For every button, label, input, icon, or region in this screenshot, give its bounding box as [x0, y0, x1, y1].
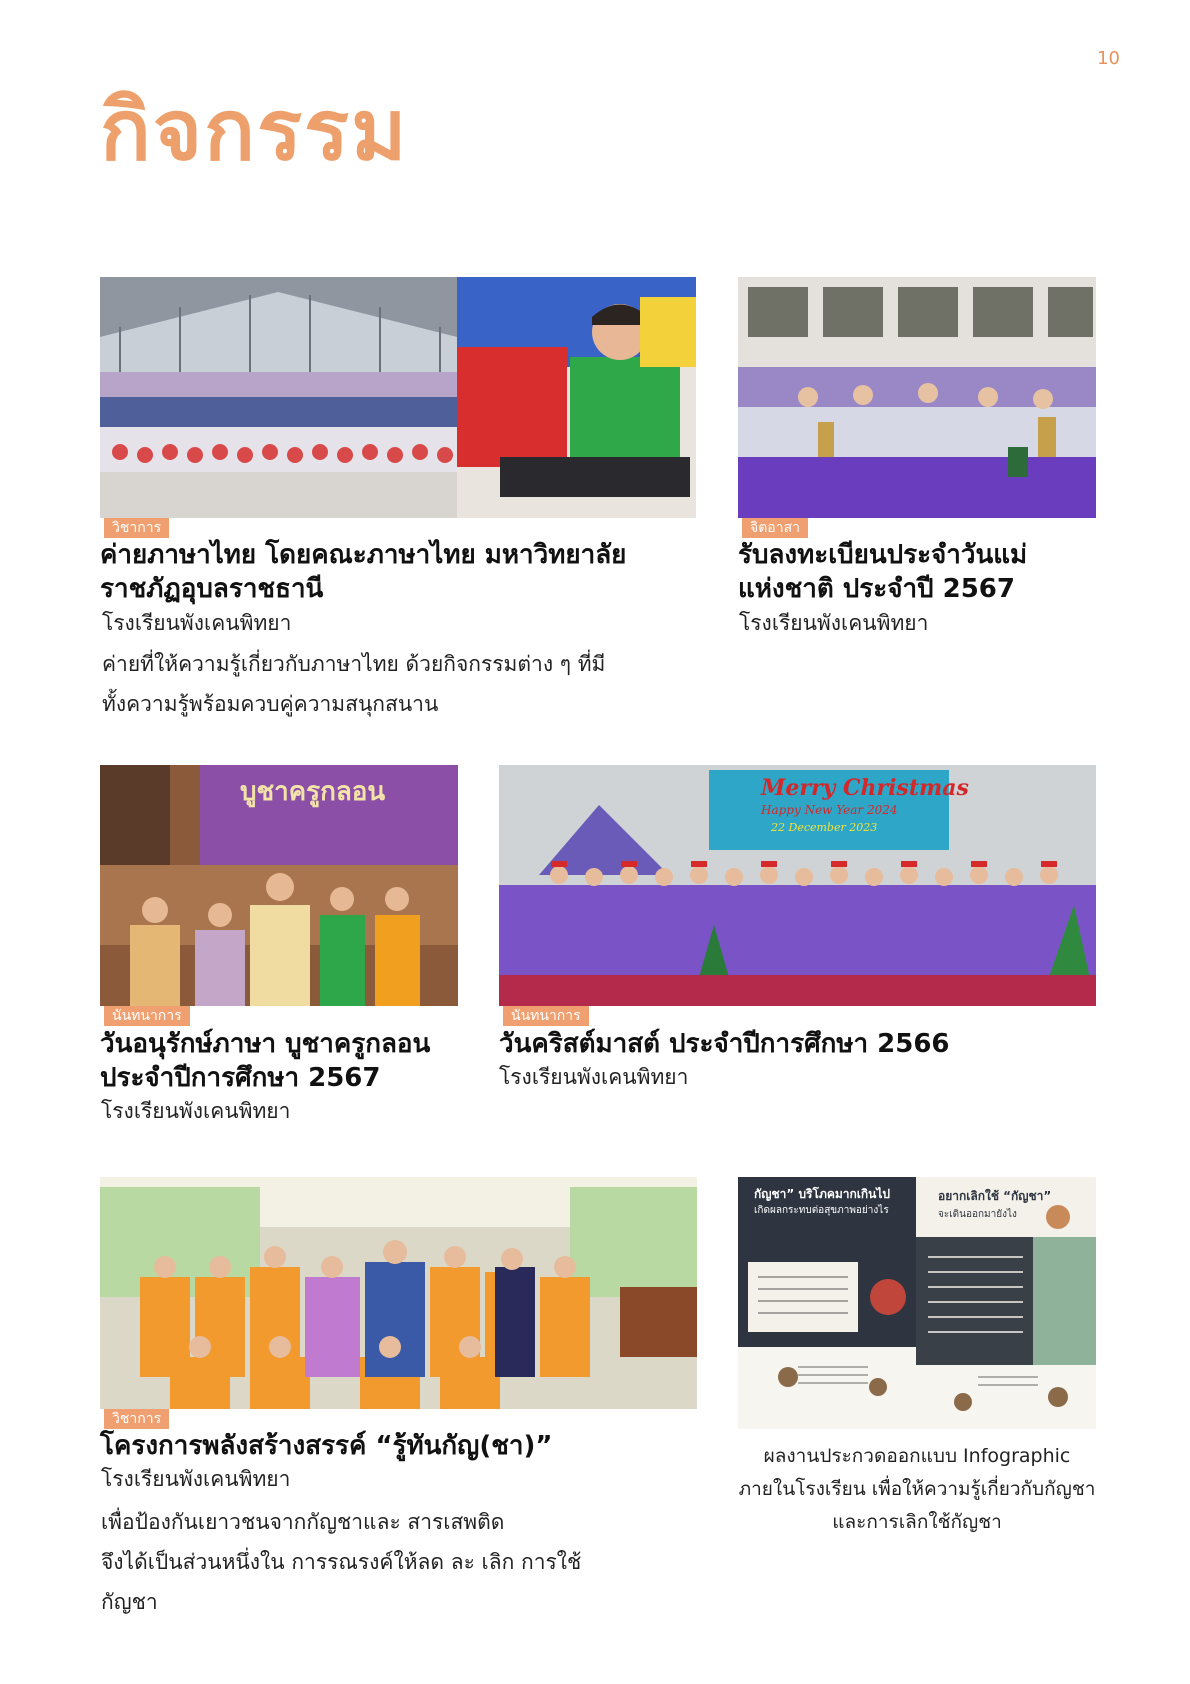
infographic-right-subtitle: จะเดินออกมายังไง: [938, 1209, 1017, 1220]
poet-day-title-line2: ประจำปีการศึกษา 2567: [100, 1063, 381, 1093]
thai-camp-desc-line1: ค่ายที่ให้ความรู้เกี่ยวกับภาษาไทย ด้วยกิ…: [102, 652, 606, 676]
cannabis-desc-line3: กัญชา: [101, 1590, 158, 1614]
mothers-day-title: รับลงทะเบียนประจำวันแม่ แห่งชาติ ประจำปี…: [738, 538, 1118, 606]
infographic-left-subtitle: เกิดผลกระทบต่อสุขภาพอย่างไร: [754, 1205, 889, 1216]
cannabis-project-school: โรงเรียนพังเคนพิทยา: [101, 1467, 291, 1491]
cannabis-project-photo: [100, 1177, 697, 1409]
thai-camp-title-line2: ราชภัฏอุบลราชธานี: [100, 574, 324, 604]
christmas-school: โรงเรียนพังเคนพิทยา: [499, 1065, 689, 1089]
cannabis-project-title: โครงการพลังสร้างสรรค์ “รู้ทันกัญ(ชา)”: [100, 1431, 553, 1461]
thai-camp-photo: [100, 277, 696, 518]
thai-camp-desc-line2: ทั้งความรู้พร้อมควบคู่ความสนุกสนาน: [102, 692, 439, 716]
poet-day-banner-text: บูชาครูกลอน: [240, 777, 386, 807]
mothers-day-photo: [738, 277, 1096, 518]
infographic-caption: ผลงานประกวดออกแบบ Infographic ภายในโรงเร…: [713, 1440, 1121, 1539]
christmas-title: วันคริสต์มาสต์ ประจำปีการศึกษา 2566: [499, 1029, 950, 1059]
category-tag-academic: วิชาการ: [104, 518, 170, 538]
infographic-left-title: กัญชา” บริโภคมากเกินไป: [754, 1187, 891, 1201]
poet-day-photo: บูชาครูกลอน: [100, 765, 458, 1006]
page-title: กิจกรรม: [100, 81, 409, 179]
thai-camp-title-line1: ค่ายภาษาไทย โดยคณะภาษาไทย มหาวิทยาลัย: [100, 540, 627, 570]
infographic-caption-line3: และการเลิกใช้กัญชา: [832, 1511, 1002, 1533]
infographic-caption-line1: ผลงานประกวดออกแบบ Infographic: [763, 1445, 1071, 1467]
poet-day-title-line1: วันอนุรักษ์ภาษา บูชาครูกลอน: [100, 1029, 431, 1059]
mothers-day-title-line1: รับลงทะเบียนประจำวันแม่: [738, 540, 1028, 570]
thai-camp-description: ค่ายที่ให้ความรู้เกี่ยวกับภาษาไทย ด้วยกิ…: [102, 644, 742, 724]
mothers-day-title-line2: แห่งชาติ ประจำปี 2567: [738, 574, 1015, 604]
thai-camp-title: ค่ายภาษาไทย โดยคณะภาษาไทย มหาวิทยาลัย รา…: [100, 538, 720, 606]
poet-day-school: โรงเรียนพังเคนพิทยา: [101, 1099, 291, 1123]
category-tag-academic-2: วิชาการ: [104, 1409, 170, 1429]
cannabis-project-description: เพื่อป้องกันเยาวชนจากกัญชาและ สารเสพติด …: [101, 1502, 721, 1622]
christmas-banner-subtext: Happy New Year 2024: [761, 803, 898, 817]
christmas-photo: Merry Christmas Happy New Year 2024 22 D…: [499, 765, 1096, 1006]
thai-camp-school: โรงเรียนพังเคนพิทยา: [102, 611, 292, 635]
poet-day-title: วันอนุรักษ์ภาษา บูชาครูกลอน ประจำปีการศึ…: [100, 1027, 480, 1095]
infographic-caption-line2: ภายในโรงเรียน เพื่อให้ความรู้เกี่ยวกับกั…: [738, 1478, 1096, 1500]
category-tag-volunteer: จิตอาสา: [742, 518, 808, 538]
infographic-image: กัญชา” บริโภคมากเกินไป เกิดผลกระทบต่อสุข…: [738, 1177, 1096, 1429]
page-number: 10: [1097, 48, 1120, 69]
infographic-right-title: อยากเลิกใช้ “กัญชา”: [938, 1189, 1052, 1203]
mothers-day-school: โรงเรียนพังเคนพิทยา: [739, 611, 929, 635]
christmas-banner-date: 22 December 2023: [771, 821, 878, 834]
cannabis-desc-line1: เพื่อป้องกันเยาวชนจากกัญชาและ สารเสพติด: [101, 1510, 505, 1534]
christmas-banner-text: Merry Christmas: [761, 775, 969, 801]
cannabis-desc-line2: จึงได้เป็นส่วนหนึ่งใน การรณรงค์ให้ลด ละ …: [101, 1550, 582, 1574]
category-tag-recreation: นันทนาการ: [104, 1006, 190, 1026]
category-tag-recreation-2: นันทนาการ: [503, 1006, 589, 1026]
